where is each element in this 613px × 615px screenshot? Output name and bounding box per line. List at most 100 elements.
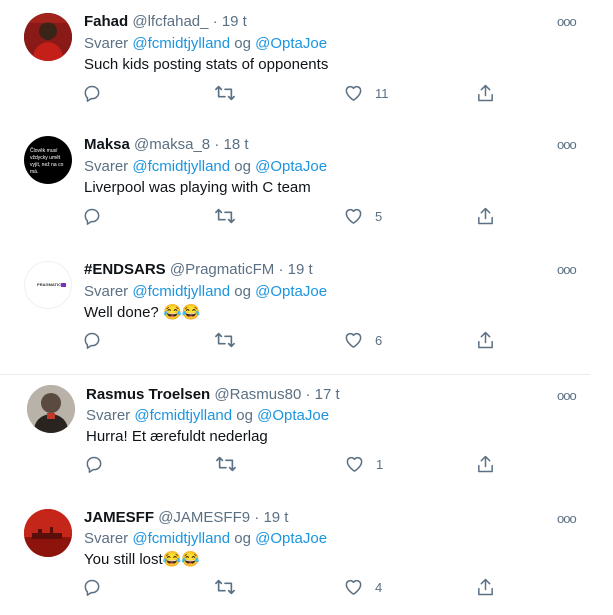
heart-icon [345, 332, 362, 348]
share-button[interactable] [476, 83, 495, 103]
mention-link[interactable]: @OptaJoe [257, 407, 329, 424]
more-options-icon[interactable]: ooo [557, 262, 577, 277]
share-icon [478, 207, 493, 225]
replying-to: Svarer @fcmidtjylland og @OptaJoe [84, 157, 327, 177]
share-icon [478, 455, 493, 473]
reply-button[interactable] [82, 577, 102, 597]
tweet-header: Maksa @maksa_8 · 18 t [84, 135, 249, 155]
retweet-icon [215, 332, 235, 348]
mention-link[interactable]: @fcmidtjylland [132, 35, 230, 52]
tweet-text: You still lost😂😂 [84, 551, 201, 568]
like-button[interactable]: 6 [344, 331, 382, 349]
share-icon [478, 578, 493, 596]
timestamp[interactable]: 18 t [223, 136, 248, 153]
avatar-caption: Člověk musí vždycky umět vyjít, než na c… [30, 148, 64, 175]
retweet-button[interactable] [215, 454, 237, 474]
more-options-icon[interactable]: ooo [557, 511, 577, 526]
replying-prefix: Svarer [84, 35, 129, 52]
separator: · [254, 509, 260, 526]
tweet-item[interactable]: Rasmus Troelsen @Rasmus80 · 17 t ooo Sva… [0, 375, 613, 495]
retweet-button[interactable] [214, 206, 236, 226]
share-button[interactable] [476, 577, 495, 597]
mention-link[interactable]: @fcmidtjylland [132, 530, 230, 547]
tweet-item[interactable]: PRAGMATIC #ENDSARS @PragmaticFM · 19 t o… [0, 250, 613, 372]
reply-button[interactable] [82, 330, 102, 350]
user-handle[interactable]: @JAMESFF9 [158, 509, 250, 526]
avatar[interactable]: Člověk musí vždycky umět vyjít, než na c… [24, 136, 72, 184]
tweet-item[interactable]: JAMESFF @JAMESFF9 · 19 t ooo Svarer @fcm… [0, 498, 613, 615]
tweet-item[interactable]: Fahad @lfcfahad_ · 19 t ooo Svarer @fcmi… [0, 0, 613, 120]
like-button[interactable]: 4 [344, 578, 382, 596]
reply-button[interactable] [84, 454, 104, 474]
heart-icon [345, 85, 362, 101]
retweet-icon [216, 456, 236, 472]
tweet-text: Well done? 😂😂 [84, 304, 201, 321]
tweet-header: JAMESFF @JAMESFF9 · 19 t [84, 508, 288, 528]
reply-button[interactable] [82, 206, 102, 226]
user-handle[interactable]: @maksa_8 [134, 136, 210, 153]
replying-to: Svarer @fcmidtjylland og @OptaJoe [84, 529, 327, 549]
retweet-button[interactable] [214, 330, 236, 350]
display-name[interactable]: #ENDSARS [84, 261, 166, 278]
more-options-icon[interactable]: ooo [557, 388, 577, 403]
user-handle[interactable]: @lfcfahad_ [132, 13, 208, 30]
like-button[interactable]: 11 [344, 84, 389, 102]
avatar[interactable] [24, 509, 72, 557]
replying-to: Svarer @fcmidtjylland og @OptaJoe [84, 34, 327, 54]
user-handle[interactable]: @Rasmus80 [214, 386, 301, 403]
tweet-header: Fahad @lfcfahad_ · 19 t [84, 12, 247, 32]
avatar[interactable] [27, 385, 75, 433]
like-count: 6 [375, 332, 383, 348]
tweet-text: Such kids posting stats of opponents [84, 56, 329, 73]
display-name[interactable]: Rasmus Troelsen [86, 386, 210, 403]
replying-prefix: Svarer [84, 158, 129, 175]
mention-link[interactable]: @OptaJoe [255, 158, 327, 175]
display-name[interactable]: Maksa [84, 136, 130, 153]
more-options-icon[interactable]: ooo [557, 14, 577, 29]
replying-to: Svarer @fcmidtjylland og @OptaJoe [86, 406, 329, 426]
tweet-header: #ENDSARS @PragmaticFM · 19 t [84, 260, 313, 280]
separator: · [212, 13, 218, 30]
tweet-text: Liverpool was playing with C team [84, 179, 311, 196]
like-button[interactable]: 5 [344, 207, 382, 225]
replying-joiner: og [234, 283, 251, 300]
replying-joiner: og [234, 530, 251, 547]
timestamp[interactable]: 19 t [288, 261, 313, 278]
share-button[interactable] [476, 454, 495, 474]
separator: · [305, 386, 311, 403]
like-count: 4 [375, 579, 383, 595]
reply-icon [84, 332, 100, 349]
avatar[interactable]: PRAGMATIC [24, 261, 72, 309]
like-count: 5 [375, 208, 383, 224]
retweet-button[interactable] [214, 83, 236, 103]
tweet-header: Rasmus Troelsen @Rasmus80 · 17 t [86, 385, 340, 405]
replying-prefix: Svarer [86, 407, 131, 424]
display-name[interactable]: JAMESFF [84, 509, 154, 526]
mention-link[interactable]: @OptaJoe [255, 283, 327, 300]
display-name[interactable]: Fahad [84, 13, 128, 30]
user-handle[interactable]: @PragmaticFM [170, 261, 274, 278]
mention-link[interactable]: @OptaJoe [255, 35, 327, 52]
timestamp[interactable]: 19 t [222, 13, 247, 30]
replying-prefix: Svarer [84, 530, 129, 547]
more-options-icon[interactable]: ooo [557, 137, 577, 152]
retweet-button[interactable] [214, 577, 236, 597]
share-button[interactable] [476, 330, 495, 350]
mention-link[interactable]: @OptaJoe [255, 530, 327, 547]
retweet-icon [215, 85, 235, 101]
avatar[interactable] [24, 13, 72, 61]
reply-button[interactable] [82, 83, 102, 103]
share-button[interactable] [476, 206, 495, 226]
reply-icon [84, 85, 100, 102]
mention-link[interactable]: @fcmidtjylland [134, 407, 232, 424]
timestamp[interactable]: 19 t [263, 509, 288, 526]
timestamp[interactable]: 17 t [315, 386, 340, 403]
replying-joiner: og [234, 158, 251, 175]
share-icon [478, 84, 493, 102]
like-button[interactable]: 1 [345, 455, 383, 473]
mention-link[interactable]: @fcmidtjylland [132, 283, 230, 300]
tweet-text: Hurra! Et ærefuldt nederlag [86, 428, 268, 445]
mention-link[interactable]: @fcmidtjylland [132, 158, 230, 175]
logo-mark [61, 283, 66, 287]
tweet-item[interactable]: Člověk musí vždycky umět vyjít, než na c… [0, 125, 613, 247]
